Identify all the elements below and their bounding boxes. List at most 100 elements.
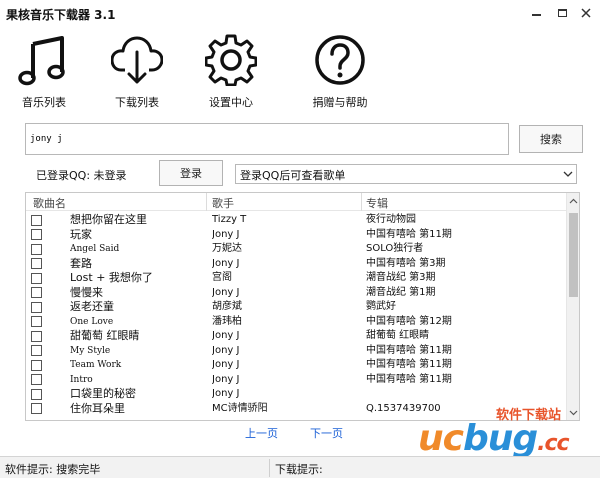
cell-song: 慢慢来 bbox=[70, 285, 103, 299]
cell-album: 中国有嘻哈 第3期 bbox=[366, 257, 446, 269]
row-checkbox[interactable] bbox=[31, 374, 42, 385]
table-row[interactable]: 慢慢来 Jony J 潮音战纪 第1期 bbox=[26, 286, 567, 301]
scrollbar-thumb[interactable] bbox=[569, 213, 578, 297]
row-checkbox[interactable] bbox=[31, 272, 42, 284]
toolbar-donate-help-button[interactable]: 捐赠与帮助 bbox=[300, 34, 382, 110]
table-row[interactable]: One Love 潘玮柏 中国有嘻哈 第12期 bbox=[26, 315, 567, 330]
table-body: 想把你留在这里 Tizzy T 夜行动物园玩家 Jony J 中国有嘻哈 第11期 Ang… bbox=[26, 213, 567, 416]
gear-icon bbox=[205, 34, 257, 86]
playlist-select[interactable]: 登录QQ后可查看歌单 bbox=[235, 164, 577, 184]
cell-song: 玩家 bbox=[70, 227, 92, 241]
cell-album: 中国有嘻哈 第11期 bbox=[366, 228, 452, 240]
row-checkbox[interactable] bbox=[31, 258, 42, 269]
cell-artist: Jony J bbox=[212, 228, 240, 240]
cell-album: 夜行动物园 bbox=[366, 214, 416, 225]
row-checkbox[interactable] bbox=[31, 243, 42, 255]
cell-song: 套路 bbox=[70, 256, 92, 270]
next-page-link[interactable]: 下一页 bbox=[310, 425, 343, 441]
scroll-up-icon[interactable] bbox=[569, 197, 578, 206]
row-checkbox[interactable] bbox=[31, 388, 42, 400]
cell-album: 中国有嘻哈 第11期 bbox=[366, 344, 452, 356]
minimize-icon bbox=[531, 14, 541, 16]
table-row[interactable]: 返老还童 胡彦斌 鹦武好 bbox=[26, 300, 567, 315]
table-row[interactable]: 甜葡萄 红眼睛 Jony J 甜葡萄 红眼睛 bbox=[26, 329, 567, 344]
toolbar-label: 音乐列表 bbox=[22, 96, 66, 109]
song-table: 歌曲名 歌手 专辑 想把你留在这里 Tizzy T 夜行动物园玩家 Jony J 中国有… bbox=[25, 192, 580, 421]
row-checkbox[interactable] bbox=[31, 229, 42, 240]
row-checkbox[interactable] bbox=[31, 301, 42, 313]
cell-album: SOLO独行者 bbox=[366, 243, 424, 254]
row-checkbox[interactable] bbox=[31, 403, 42, 414]
table-row[interactable]: Intro Jony J 中国有嘻哈 第11期 bbox=[26, 373, 567, 388]
cell-artist: 胡彦斌 bbox=[212, 301, 242, 312]
prev-page-link[interactable]: 上一页 bbox=[245, 425, 278, 441]
table-row[interactable]: 套路 Jony J 中国有嘻哈 第3期 bbox=[26, 257, 567, 272]
cell-song: Angel Said bbox=[70, 244, 120, 254]
toolbar-label: 捐赠与帮助 bbox=[312, 96, 368, 109]
music-note-icon bbox=[18, 36, 65, 86]
row-checkbox[interactable] bbox=[31, 345, 42, 356]
cell-artist: Jony J bbox=[212, 359, 240, 370]
search-button[interactable]: 搜索 bbox=[519, 125, 583, 153]
minimize-button[interactable] bbox=[526, 4, 546, 22]
table-row[interactable]: Team Work Jony J 中国有嘻哈 第11期 bbox=[26, 358, 567, 373]
column-divider[interactable] bbox=[361, 193, 362, 211]
row-checkbox[interactable] bbox=[31, 359, 42, 371]
row-checkbox[interactable] bbox=[31, 316, 42, 327]
toolbar-music-list-button[interactable]: 音乐列表 bbox=[4, 34, 84, 110]
cell-artist: 潘玮柏 bbox=[212, 315, 242, 327]
cell-song: 返老还童 bbox=[70, 300, 114, 313]
search-input[interactable] bbox=[25, 123, 509, 155]
playlist-select-value: 登录QQ后可查看歌单 bbox=[240, 169, 346, 182]
cell-artist: 万妮达 bbox=[212, 243, 242, 254]
cell-album: 中国有嘻哈 第12期 bbox=[366, 315, 452, 327]
login-status-label: 已登录QQ: 未登录 bbox=[36, 169, 127, 182]
toolbar-download-list-button[interactable]: 下载列表 bbox=[97, 34, 177, 110]
cloud-download-icon bbox=[111, 36, 163, 84]
cell-album: 中国有嘻哈 第11期 bbox=[366, 373, 452, 385]
table-row[interactable]: 玩家 Jony J 中国有嘻哈 第11期 bbox=[26, 228, 567, 243]
cell-album: 中国有嘻哈 第11期 bbox=[366, 359, 452, 370]
cell-album: 鹦武好 bbox=[366, 301, 396, 312]
table-row[interactable]: Lost + 我想你了 宫阁 潮音战纪 第3期 bbox=[26, 271, 567, 286]
column-header-song[interactable]: 歌曲名 bbox=[33, 195, 66, 211]
status-bar: 软件提示: 搜索完毕 下载提示: bbox=[0, 456, 600, 478]
cell-song: 住你耳朵里 bbox=[70, 401, 125, 415]
row-checkbox[interactable] bbox=[31, 287, 42, 298]
chevron-down-icon bbox=[563, 171, 573, 177]
login-button[interactable]: 登录 bbox=[159, 160, 223, 186]
cell-artist: Tizzy T bbox=[212, 214, 247, 225]
cell-artist: 宫阁 bbox=[212, 272, 232, 283]
table-row[interactable]: 口袋里的秘密 Jony J bbox=[26, 387, 567, 402]
column-header-album[interactable]: 专辑 bbox=[366, 195, 388, 211]
cell-song: 想把你留在这里 bbox=[70, 213, 147, 226]
cell-artist: MC诗情骄阳 bbox=[212, 402, 268, 414]
download-hint: 下载提示: bbox=[275, 463, 323, 476]
cell-artist: Jony J bbox=[212, 330, 240, 341]
table-row[interactable]: 想把你留在这里 Tizzy T 夜行动物园 bbox=[26, 213, 567, 228]
close-button[interactable] bbox=[576, 4, 596, 22]
cell-song: 口袋里的秘密 bbox=[70, 387, 136, 400]
column-divider[interactable] bbox=[206, 193, 207, 211]
cell-song: 甜葡萄 红眼睛 bbox=[70, 329, 140, 342]
help-icon bbox=[315, 35, 365, 85]
vertical-scrollbar[interactable] bbox=[566, 193, 579, 420]
toolbar-settings-button[interactable]: 设置中心 bbox=[191, 34, 271, 110]
table-row[interactable]: Angel Said 万妮达 SOLO独行者 bbox=[26, 242, 567, 257]
maximize-button[interactable] bbox=[552, 4, 572, 22]
close-icon bbox=[581, 8, 591, 18]
cell-artist: Jony J bbox=[212, 344, 240, 356]
maximize-icon bbox=[557, 9, 567, 17]
table-row[interactable]: My Style Jony J 中国有嘻哈 第11期 bbox=[26, 344, 567, 359]
row-checkbox[interactable] bbox=[31, 214, 42, 226]
cell-artist: Jony J bbox=[212, 257, 240, 269]
row-checkbox[interactable] bbox=[31, 330, 42, 342]
column-header-artist[interactable]: 歌手 bbox=[212, 195, 234, 211]
software-hint: 软件提示: 搜索完毕 bbox=[5, 463, 101, 476]
table-header: 歌曲名 歌手 专辑 bbox=[26, 193, 567, 211]
title-bar: 果核音乐下载器 3.1 bbox=[0, 0, 600, 28]
cell-artist: Jony J bbox=[212, 373, 240, 385]
toolbar-label: 下载列表 bbox=[115, 96, 159, 109]
cell-song: My Style bbox=[70, 345, 111, 356]
status-divider bbox=[269, 459, 270, 477]
